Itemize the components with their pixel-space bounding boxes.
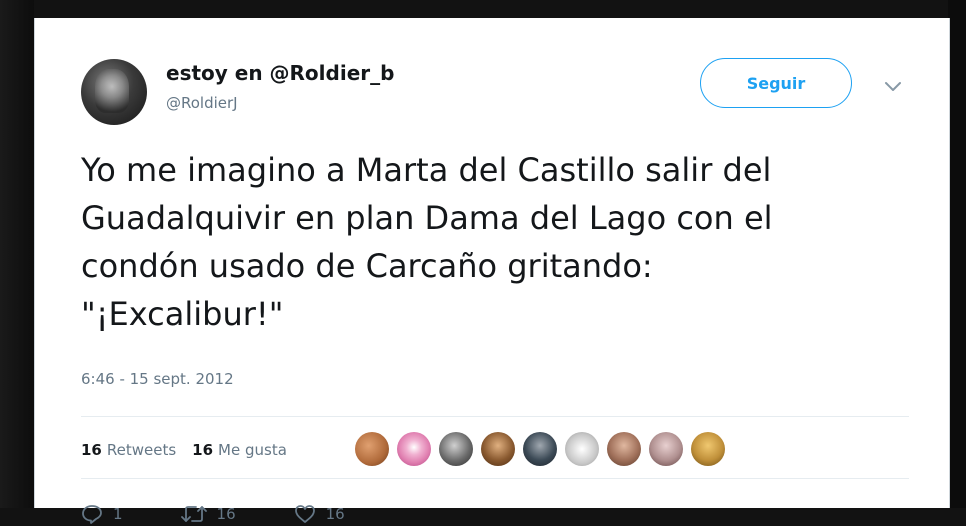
engagement-stats: 16 Retweets 16 Me gusta	[81, 438, 303, 462]
follow-button[interactable]: Seguir	[700, 58, 852, 108]
tweet-card: estoy en @Roldier_b @RoldierJ Seguir Yo …	[34, 18, 950, 524]
liker-avatar[interactable]	[565, 432, 599, 466]
retweets-count: 16	[81, 441, 102, 459]
liker-avatar[interactable]	[481, 432, 515, 466]
tweet-text-line: condón usado de Carcaño gritando:	[81, 247, 653, 285]
likes-label: Me gusta	[218, 441, 287, 459]
display-name[interactable]: estoy en @Roldier_b	[166, 61, 394, 85]
liker-avatar[interactable]	[439, 432, 473, 466]
video-background-right	[948, 0, 966, 508]
avatar[interactable]	[81, 59, 147, 125]
tweet-text-line: Yo me imagino a Marta del Castillo salir…	[81, 151, 772, 189]
liker-avatar[interactable]	[397, 432, 431, 466]
retweet-icon	[180, 506, 207, 522]
tweet-text-line: "¡Excalibur!"	[81, 295, 284, 333]
tweet-timestamp[interactable]: 6:46 - 15 sept. 2012	[81, 370, 234, 388]
tweet-text-line: Guadalquivir en plan Dama del Lago con e…	[81, 199, 773, 237]
like-button[interactable]: 16	[294, 504, 345, 524]
retweets-label: Retweets	[106, 441, 177, 459]
liker-avatar[interactable]	[607, 432, 641, 466]
retweet-button[interactable]: 16	[180, 504, 236, 524]
divider	[81, 416, 909, 417]
like-icon	[294, 505, 315, 523]
chevron-down-icon[interactable]	[883, 76, 903, 96]
tweet-actions: 1 16 16	[81, 502, 403, 526]
likes-stat[interactable]: 16 Me gusta	[192, 441, 287, 459]
liker-avatar[interactable]	[649, 432, 683, 466]
likes-count: 16	[192, 441, 214, 459]
divider	[81, 478, 909, 479]
retweets-stat[interactable]: 16 Retweets	[81, 441, 176, 459]
liker-avatar[interactable]	[355, 432, 389, 466]
liker-avatar[interactable]	[523, 432, 557, 466]
tweet-text: Yo me imagino a Marta del Castillo salir…	[81, 146, 881, 338]
likers-avatars	[355, 431, 733, 467]
reply-button[interactable]: 1	[81, 504, 123, 524]
liker-avatar[interactable]	[691, 432, 725, 466]
reply-icon	[82, 505, 102, 524]
user-handle[interactable]: @RoldierJ	[166, 94, 238, 112]
video-background-left	[0, 0, 34, 508]
